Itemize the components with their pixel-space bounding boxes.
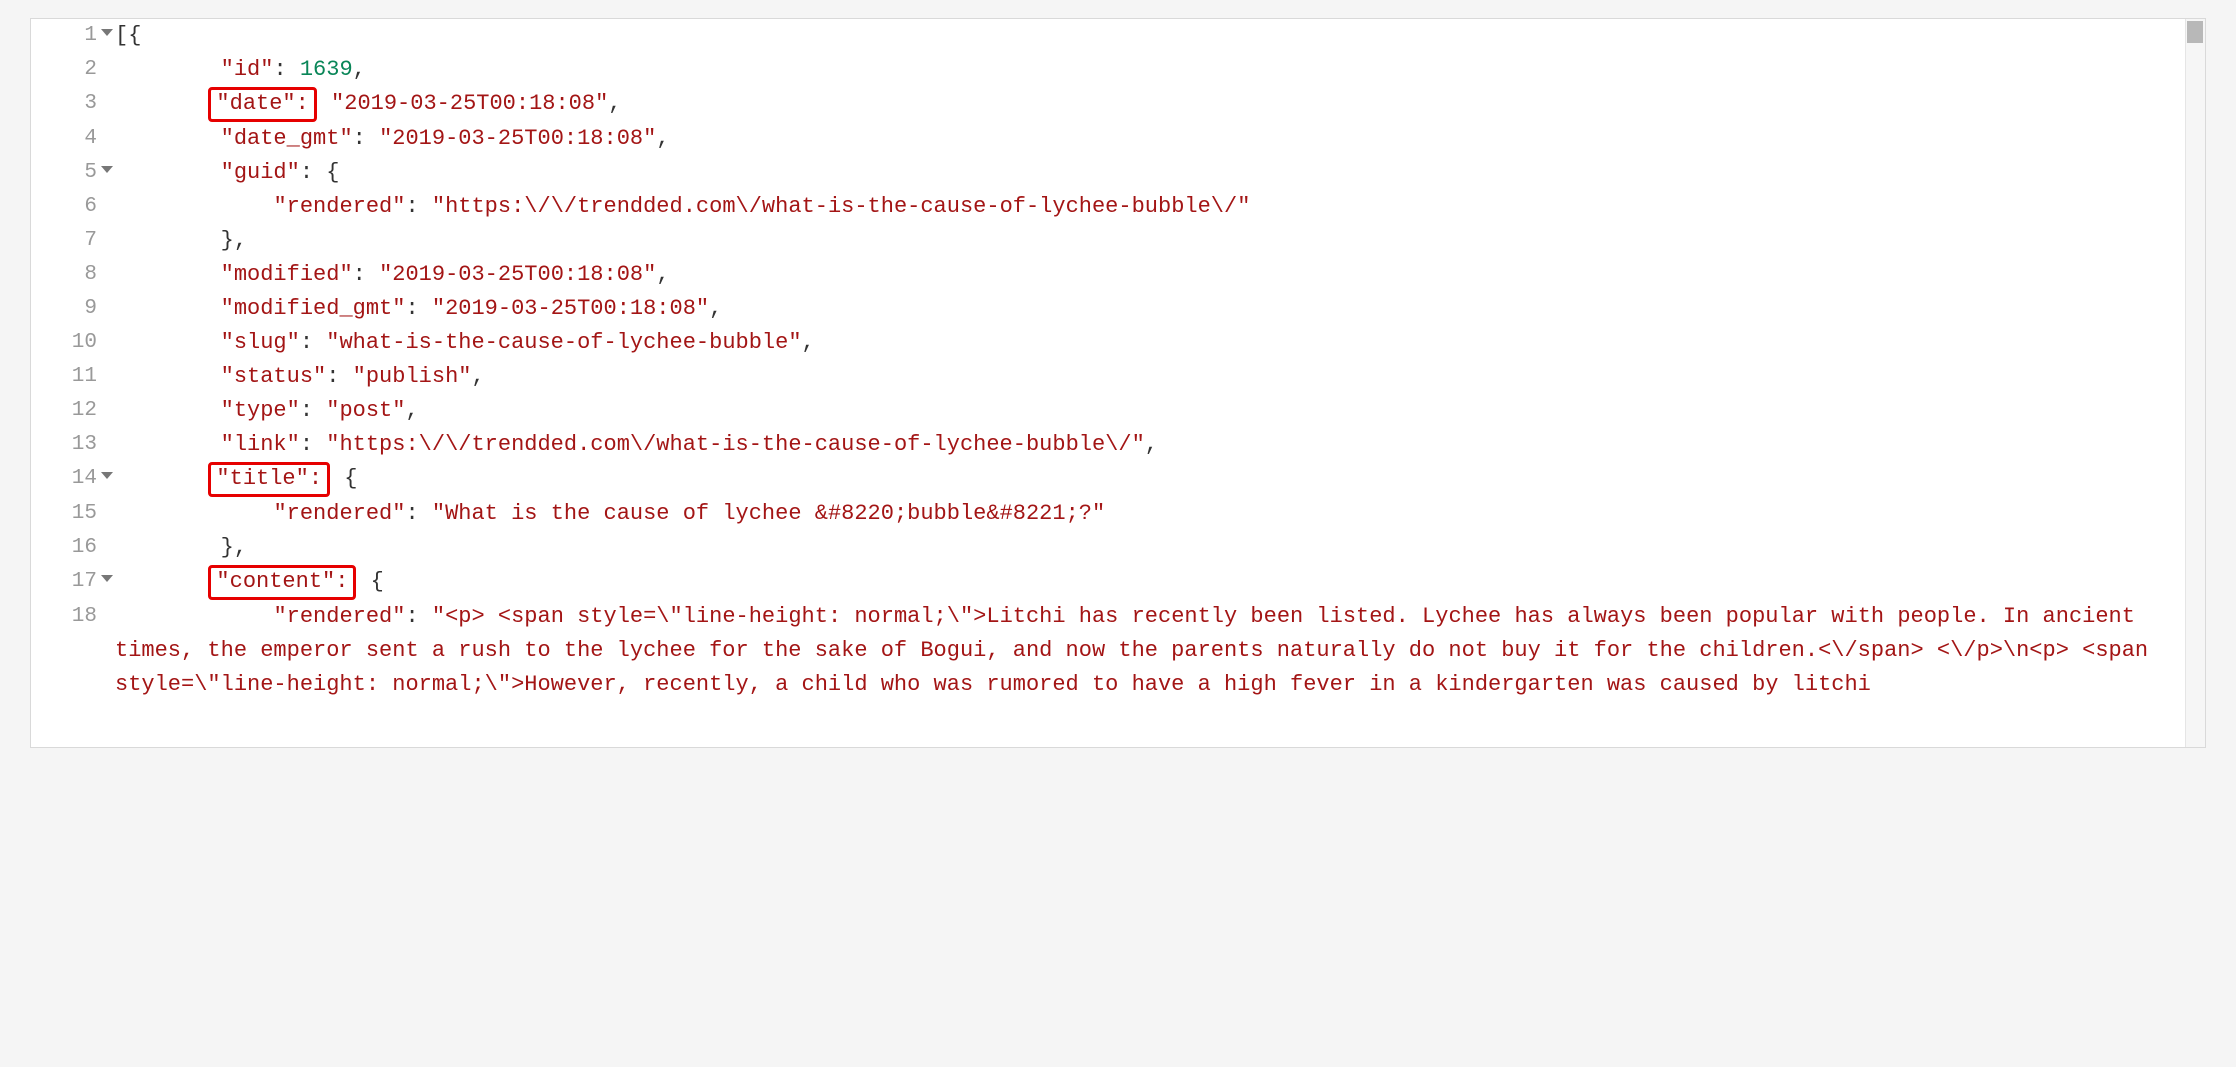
code-line[interactable]: 5 "guid": { bbox=[31, 156, 2179, 190]
gutter-line-number: 14 bbox=[31, 462, 103, 496]
code-line[interactable]: 17 "content": { bbox=[31, 565, 2179, 600]
code-token: "What is the cause of lychee &#8220;bubb… bbox=[432, 501, 1105, 526]
code-token: "status" bbox=[221, 364, 327, 389]
gutter-line-number: 15 bbox=[31, 497, 103, 531]
vertical-scrollbar[interactable] bbox=[2185, 19, 2205, 747]
gutter-line-number: 6 bbox=[31, 190, 103, 224]
gutter-line-number: 3 bbox=[31, 87, 103, 121]
fold-icon[interactable] bbox=[101, 29, 113, 36]
code-token: "rendered" bbox=[273, 194, 405, 219]
highlight-content-key: "content": bbox=[208, 565, 356, 600]
gutter-line-number: 1 bbox=[31, 19, 103, 53]
code-line[interactable]: 14 "title": { bbox=[31, 462, 2179, 497]
gutter-line-number: 5 bbox=[31, 156, 103, 190]
code-token: "2019-03-25T00:18:08" bbox=[331, 91, 608, 116]
code-line[interactable]: 11 "status": "publish", bbox=[31, 360, 2179, 394]
code-line[interactable]: 6 "rendered": "https:\/\/trendded.com\/w… bbox=[31, 190, 2179, 224]
gutter-line-number: 18 bbox=[31, 600, 103, 634]
code-line[interactable]: 12 "type": "post", bbox=[31, 394, 2179, 428]
code-token: "guid" bbox=[221, 160, 300, 185]
fold-icon[interactable] bbox=[101, 166, 113, 173]
gutter-line-number: 2 bbox=[31, 53, 103, 87]
code-line[interactable]: 13 "link": "https:\/\/trendded.com\/what… bbox=[31, 428, 2179, 462]
code-token: "rendered" bbox=[273, 501, 405, 526]
code-line[interactable]: 2 "id": 1639, bbox=[31, 53, 2179, 87]
code-line[interactable]: 1 [{ bbox=[31, 19, 2179, 53]
gutter-line-number: 17 bbox=[31, 565, 103, 599]
code-token: [{ bbox=[115, 23, 141, 48]
code-token: "modified" bbox=[221, 262, 353, 287]
code-token: "what-is-the-cause-of-lychee-bubble" bbox=[326, 330, 801, 355]
code-token: "https:\/\/trendded.com\/what-is-the-cau… bbox=[326, 432, 1145, 457]
code-token: "link" bbox=[221, 432, 300, 457]
scroll-thumb[interactable] bbox=[2187, 21, 2203, 43]
gutter-line-number: 16 bbox=[31, 531, 103, 565]
gutter-line-number: 13 bbox=[31, 428, 103, 462]
gutter-line-number: 12 bbox=[31, 394, 103, 428]
code-token: 1639 bbox=[300, 57, 353, 82]
code-token: "https:\/\/trendded.com\/what-is-the-cau… bbox=[432, 194, 1251, 219]
code-lines: 1 [{ 2 "id": 1639, 3 "date": "2019-03-25… bbox=[31, 19, 2205, 702]
code-line[interactable]: 9 "modified_gmt": "2019-03-25T00:18:08", bbox=[31, 292, 2179, 326]
code-token: "date_gmt" bbox=[221, 126, 353, 151]
highlight-title-key: "title": bbox=[208, 462, 330, 497]
highlight-date-key: "date": bbox=[208, 87, 316, 122]
code-token: "rendered" bbox=[273, 604, 405, 629]
code-line[interactable]: 8 "modified": "2019-03-25T00:18:08", bbox=[31, 258, 2179, 292]
gutter-line-number: 10 bbox=[31, 326, 103, 360]
code-token: "2019-03-25T00:18:08" bbox=[379, 126, 656, 151]
code-token: }, bbox=[221, 228, 247, 253]
code-token: "slug" bbox=[221, 330, 300, 355]
code-token: }, bbox=[221, 535, 247, 560]
fold-icon[interactable] bbox=[101, 575, 113, 582]
code-line[interactable]: 15 "rendered": "What is the cause of lyc… bbox=[31, 497, 2179, 531]
code-token: "publish" bbox=[353, 364, 472, 389]
code-token: "2019-03-25T00:18:08" bbox=[432, 296, 709, 321]
gutter-line-number: 11 bbox=[31, 360, 103, 394]
gutter-line-number: 4 bbox=[31, 122, 103, 156]
code-token: "type" bbox=[221, 398, 300, 423]
gutter-line-number: 9 bbox=[31, 292, 103, 326]
code-token: "post" bbox=[326, 398, 405, 423]
code-line[interactable]: 4 "date_gmt": "2019-03-25T00:18:08", bbox=[31, 122, 2179, 156]
code-line[interactable]: 7 }, bbox=[31, 224, 2179, 258]
code-token: "modified_gmt" bbox=[221, 296, 406, 321]
code-token: "id" bbox=[221, 57, 274, 82]
json-editor[interactable]: 1 [{ 2 "id": 1639, 3 "date": "2019-03-25… bbox=[30, 18, 2206, 748]
code-line[interactable]: 3 "date": "2019-03-25T00:18:08", bbox=[31, 87, 2179, 122]
gutter-line-number: 8 bbox=[31, 258, 103, 292]
code-line[interactable]: 10 "slug": "what-is-the-cause-of-lychee-… bbox=[31, 326, 2179, 360]
fold-icon[interactable] bbox=[101, 472, 113, 479]
code-token: "2019-03-25T00:18:08" bbox=[379, 262, 656, 287]
code-line[interactable]: 18 "rendered": "<p> <span style=\"line-h… bbox=[31, 600, 2179, 702]
gutter-line-number: 7 bbox=[31, 224, 103, 258]
code-line[interactable]: 16 }, bbox=[31, 531, 2179, 565]
